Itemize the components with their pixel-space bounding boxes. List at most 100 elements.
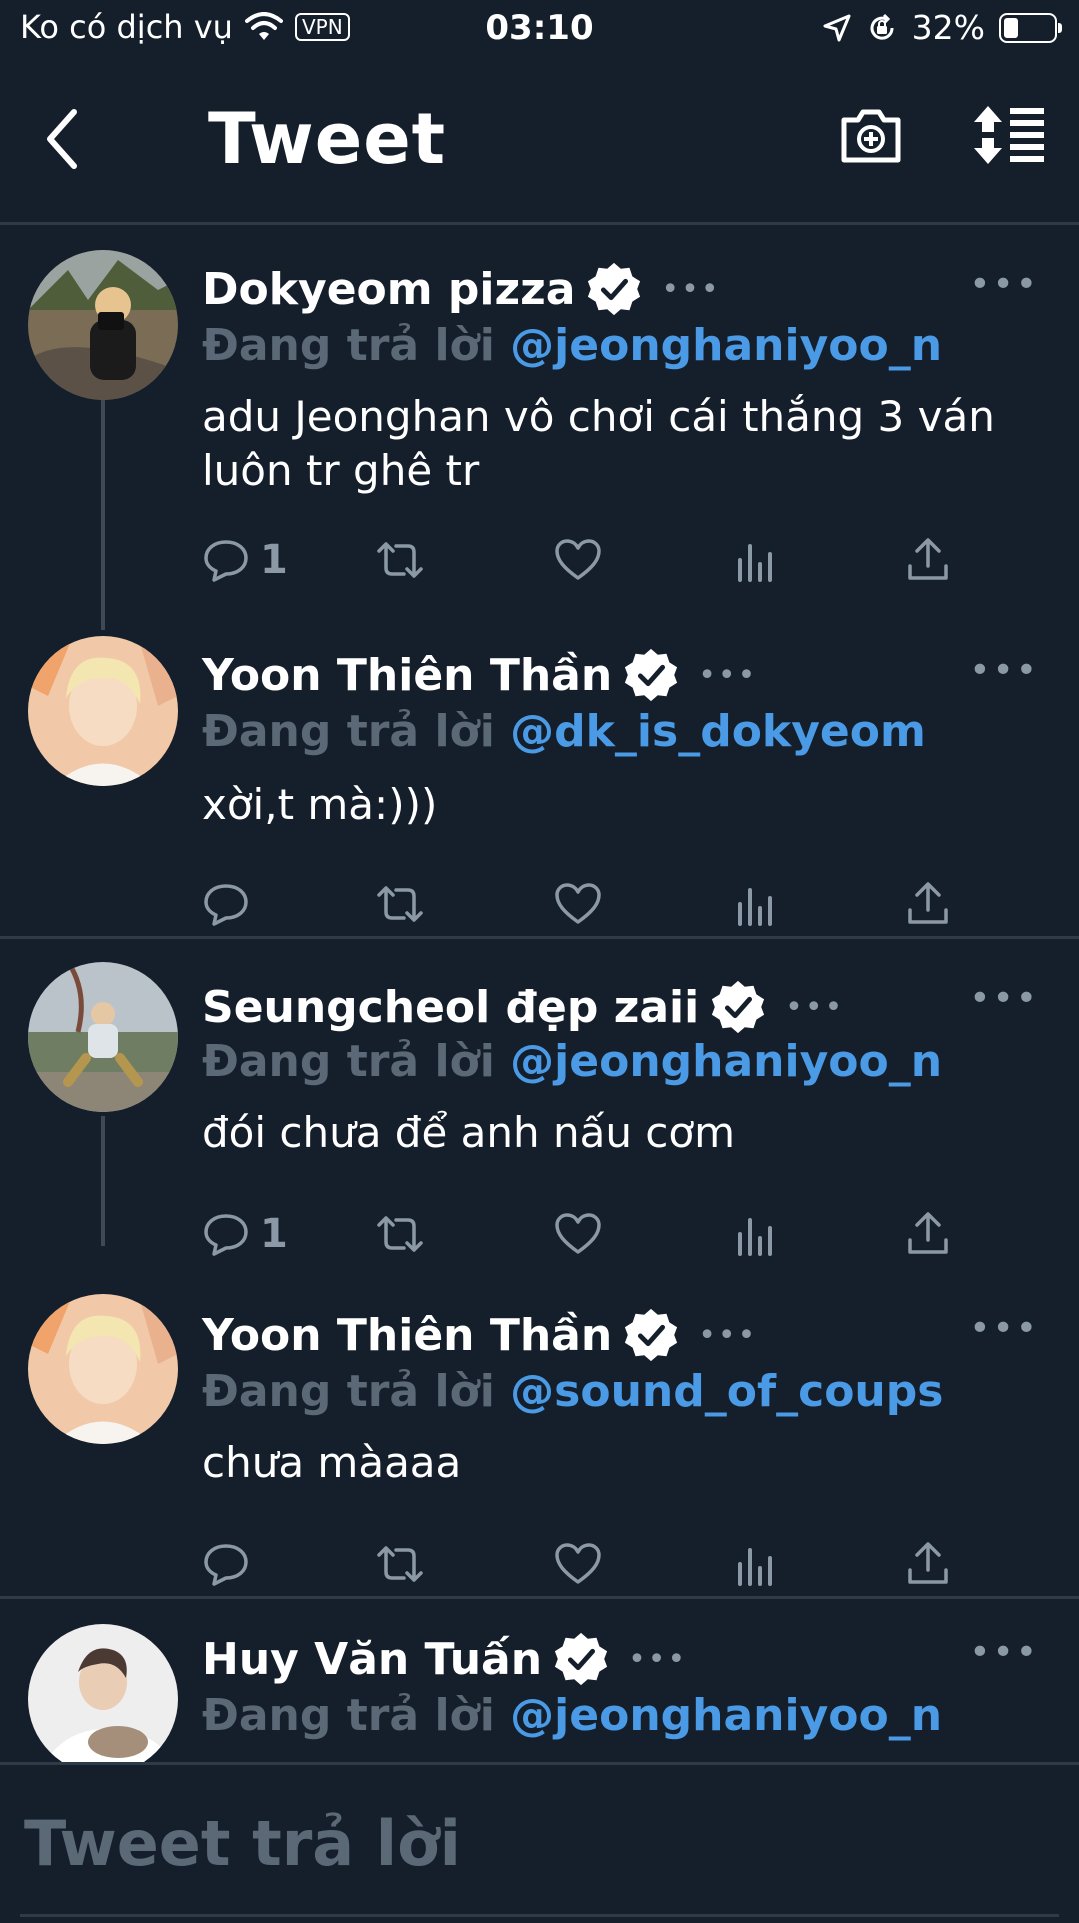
location-arrow-icon (823, 14, 851, 41)
more-options-icon[interactable]: ••• (969, 1632, 1039, 1673)
reply-handle-link[interactable]: @jeonghaniyoo_n (510, 320, 942, 371)
analytics-icon (738, 544, 772, 582)
heart-icon (555, 883, 601, 924)
battery-level (1004, 17, 1018, 38)
status-right: 32% (822, 8, 1062, 47)
more-options-icon[interactable]: ••• (969, 264, 1039, 305)
verified-badge-icon (625, 648, 678, 702)
retweet-button[interactable] (376, 1206, 424, 1262)
share-button[interactable] (904, 1206, 952, 1262)
reply-icon (204, 540, 248, 582)
tweet-header: Yoon Thiên Thần ••• (202, 1306, 757, 1364)
reply-button[interactable] (202, 876, 250, 932)
battery-percent: 32% (911, 8, 985, 47)
like-button[interactable] (554, 876, 602, 932)
share-icon (908, 882, 948, 924)
verified-badge-icon (554, 1632, 608, 1686)
avatar[interactable] (28, 250, 178, 400)
reply-button[interactable] (202, 1536, 250, 1592)
verified-badge-icon (625, 1308, 678, 1362)
author-name[interactable]: Yoon Thiên Thần (202, 1310, 612, 1361)
author-name[interactable]: Seungcheol đẹp zaii (202, 982, 699, 1033)
composer-underline (20, 1914, 1059, 1917)
reply-count: 1 (260, 537, 288, 583)
status-bar: Ko có dịch vụ VPN 03:10 32% (0, 0, 1079, 62)
tweet-header: Seungcheol đẹp zaii ••• (202, 978, 844, 1036)
avatar[interactable] (28, 962, 178, 1112)
sort-icon[interactable] (972, 104, 1046, 166)
retweet-icon (377, 886, 423, 922)
analytics-icon (738, 888, 772, 926)
ellipsis-icon: ••• (785, 989, 845, 1025)
retweet-button[interactable] (376, 876, 424, 932)
more-options-icon[interactable]: ••• (969, 650, 1039, 691)
like-button[interactable] (554, 532, 602, 588)
verified-badge-icon (588, 262, 641, 316)
tweet-item[interactable]: Huy Văn Tuấn ••• ••• Đang trả lời @jeong… (0, 1614, 1079, 1762)
page-title: Tweet (208, 98, 447, 180)
share-button[interactable] (904, 876, 952, 932)
ellipsis-icon: ••• (698, 1317, 758, 1353)
reply-context: Đang trả lời @dk_is_dokyeom (202, 706, 926, 757)
analytics-button[interactable] (732, 876, 780, 932)
more-options-icon[interactable]: ••• (969, 1308, 1039, 1349)
reply-count: 1 (260, 1211, 288, 1257)
like-button[interactable] (554, 1536, 602, 1592)
verified-badge-icon (712, 980, 765, 1034)
analytics-button[interactable] (732, 532, 780, 588)
reply-icon (204, 1214, 248, 1256)
tweet-actions (202, 876, 962, 936)
conversation-divider (0, 936, 1079, 939)
reply-button[interactable]: 1 (202, 532, 288, 588)
share-button[interactable] (904, 1536, 952, 1592)
analytics-button[interactable] (732, 1206, 780, 1262)
reply-handle-link[interactable]: @jeonghaniyoo_n (510, 1690, 942, 1741)
rotation-lock-icon (870, 13, 894, 40)
like-button[interactable] (554, 1206, 602, 1262)
retweet-button[interactable] (376, 532, 424, 588)
tweet-actions (202, 1536, 962, 1596)
analytics-icon (738, 1548, 772, 1586)
tweet-actions: 1 (202, 532, 962, 592)
reply-label: Đang trả lời (202, 1690, 495, 1741)
author-name[interactable]: Huy Văn Tuấn (202, 1634, 542, 1685)
author-name[interactable]: Dokyeom pizza (202, 264, 575, 315)
tweet-text: xời,t mà:))) (202, 780, 438, 829)
author-name[interactable]: Yoon Thiên Thần (202, 650, 612, 701)
share-button[interactable] (904, 532, 952, 588)
heart-icon (555, 539, 601, 580)
reply-handle-link[interactable]: @dk_is_dokyeom (510, 706, 926, 757)
share-icon (908, 1212, 948, 1254)
top-nav: Tweet (0, 80, 1079, 220)
reply-context: Đang trả lời @sound_of_coups (202, 1366, 943, 1417)
reply-icon (204, 884, 248, 926)
heart-icon (555, 1213, 601, 1254)
reply-input-placeholder[interactable]: Tweet trả lời (24, 1807, 461, 1880)
avatar[interactable] (28, 1294, 178, 1444)
reply-handle-link[interactable]: @sound_of_coups (510, 1366, 943, 1417)
more-options-icon[interactable]: ••• (969, 978, 1039, 1019)
avatar[interactable] (28, 1624, 178, 1762)
analytics-button[interactable] (732, 1536, 780, 1592)
reply-label: Đang trả lời (202, 706, 495, 757)
tweet-header: Dokyeom pizza ••• (202, 260, 721, 318)
camera-add-icon[interactable] (838, 106, 904, 166)
tweet-text: đói chưa để anh nấu cơm (202, 1108, 735, 1157)
ellipsis-icon: ••• (698, 657, 758, 693)
retweet-icon (377, 542, 423, 578)
reply-context: Đang trả lời @jeonghaniyoo_n (202, 1036, 942, 1087)
chevron-left-icon[interactable] (38, 104, 88, 174)
reply-handle-link[interactable]: @jeonghaniyoo_n (510, 1036, 942, 1087)
reply-composer[interactable]: Tweet trả lời (0, 1762, 1079, 1923)
reply-icon (204, 1544, 248, 1586)
reply-button[interactable]: 1 (202, 1206, 288, 1262)
tweet-actions: 1 (202, 1206, 962, 1266)
retweet-icon (377, 1216, 423, 1252)
avatar[interactable] (28, 636, 178, 786)
tweet-text: adu Jeonghan vô chơi cái thắng 3 ván luô… (202, 392, 995, 495)
analytics-icon (738, 1218, 772, 1256)
thread-line (101, 400, 105, 630)
retweet-button[interactable] (376, 1536, 424, 1592)
thread-line (101, 1116, 105, 1246)
ellipsis-icon: ••• (628, 1641, 688, 1677)
